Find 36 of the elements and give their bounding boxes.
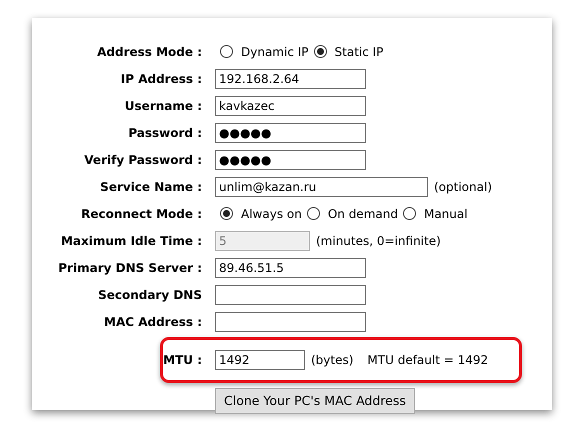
hint-text: (minutes, 0=infinite) bbox=[316, 234, 441, 248]
input-field[interactable] bbox=[215, 284, 366, 304]
radio-button[interactable] bbox=[220, 207, 233, 220]
input-field[interactable] bbox=[215, 312, 366, 332]
unit-text: (bytes) bbox=[311, 353, 354, 367]
input-field[interactable]: unlim@kazan.ru bbox=[215, 176, 428, 196]
radio-label[interactable]: Always on bbox=[241, 206, 302, 220]
field-label: Address Mode : bbox=[96, 44, 203, 58]
radio-label[interactable]: Dynamic IP bbox=[241, 44, 309, 58]
input-field[interactable]: ●●●●● bbox=[215, 150, 366, 170]
field-label: Maximum Idle Time : bbox=[60, 234, 203, 248]
field-label: Primary DNS Server : bbox=[57, 260, 203, 274]
field-label: IP Address : bbox=[120, 72, 203, 86]
field-label: MTU : bbox=[163, 353, 203, 367]
input-field[interactable]: 89.46.51.5 bbox=[215, 258, 366, 278]
field-label: Secondary DNS bbox=[97, 288, 203, 302]
radio-label[interactable]: Static IP bbox=[334, 44, 384, 58]
input-field[interactable]: kavkazec bbox=[215, 96, 366, 116]
field-label: Verify Password : bbox=[83, 152, 203, 166]
field-label: Password : bbox=[127, 126, 203, 140]
input-field[interactable]: 1492 bbox=[215, 350, 305, 370]
hint-text: (optional) bbox=[434, 180, 492, 194]
radio-button[interactable] bbox=[314, 45, 327, 58]
field-label: Reconnect Mode : bbox=[80, 206, 203, 220]
input-field[interactable]: ●●●●● bbox=[215, 122, 366, 142]
field-label: Username : bbox=[124, 98, 203, 112]
radio-button[interactable] bbox=[402, 207, 416, 220]
radio-button[interactable] bbox=[220, 45, 233, 58]
radio-button[interactable] bbox=[306, 207, 320, 220]
field-label: MAC Address : bbox=[103, 314, 203, 328]
radio-label[interactable]: On demand bbox=[328, 206, 398, 220]
input-field[interactable]: 192.168.2.64 bbox=[215, 68, 366, 88]
field-label: Service Name : bbox=[99, 180, 203, 194]
clone-mac-button[interactable]: Clone Your PC's MAC Address bbox=[215, 388, 415, 414]
radio-label[interactable]: Manual bbox=[424, 206, 468, 220]
default-text: MTU default = 1492 bbox=[367, 353, 488, 367]
